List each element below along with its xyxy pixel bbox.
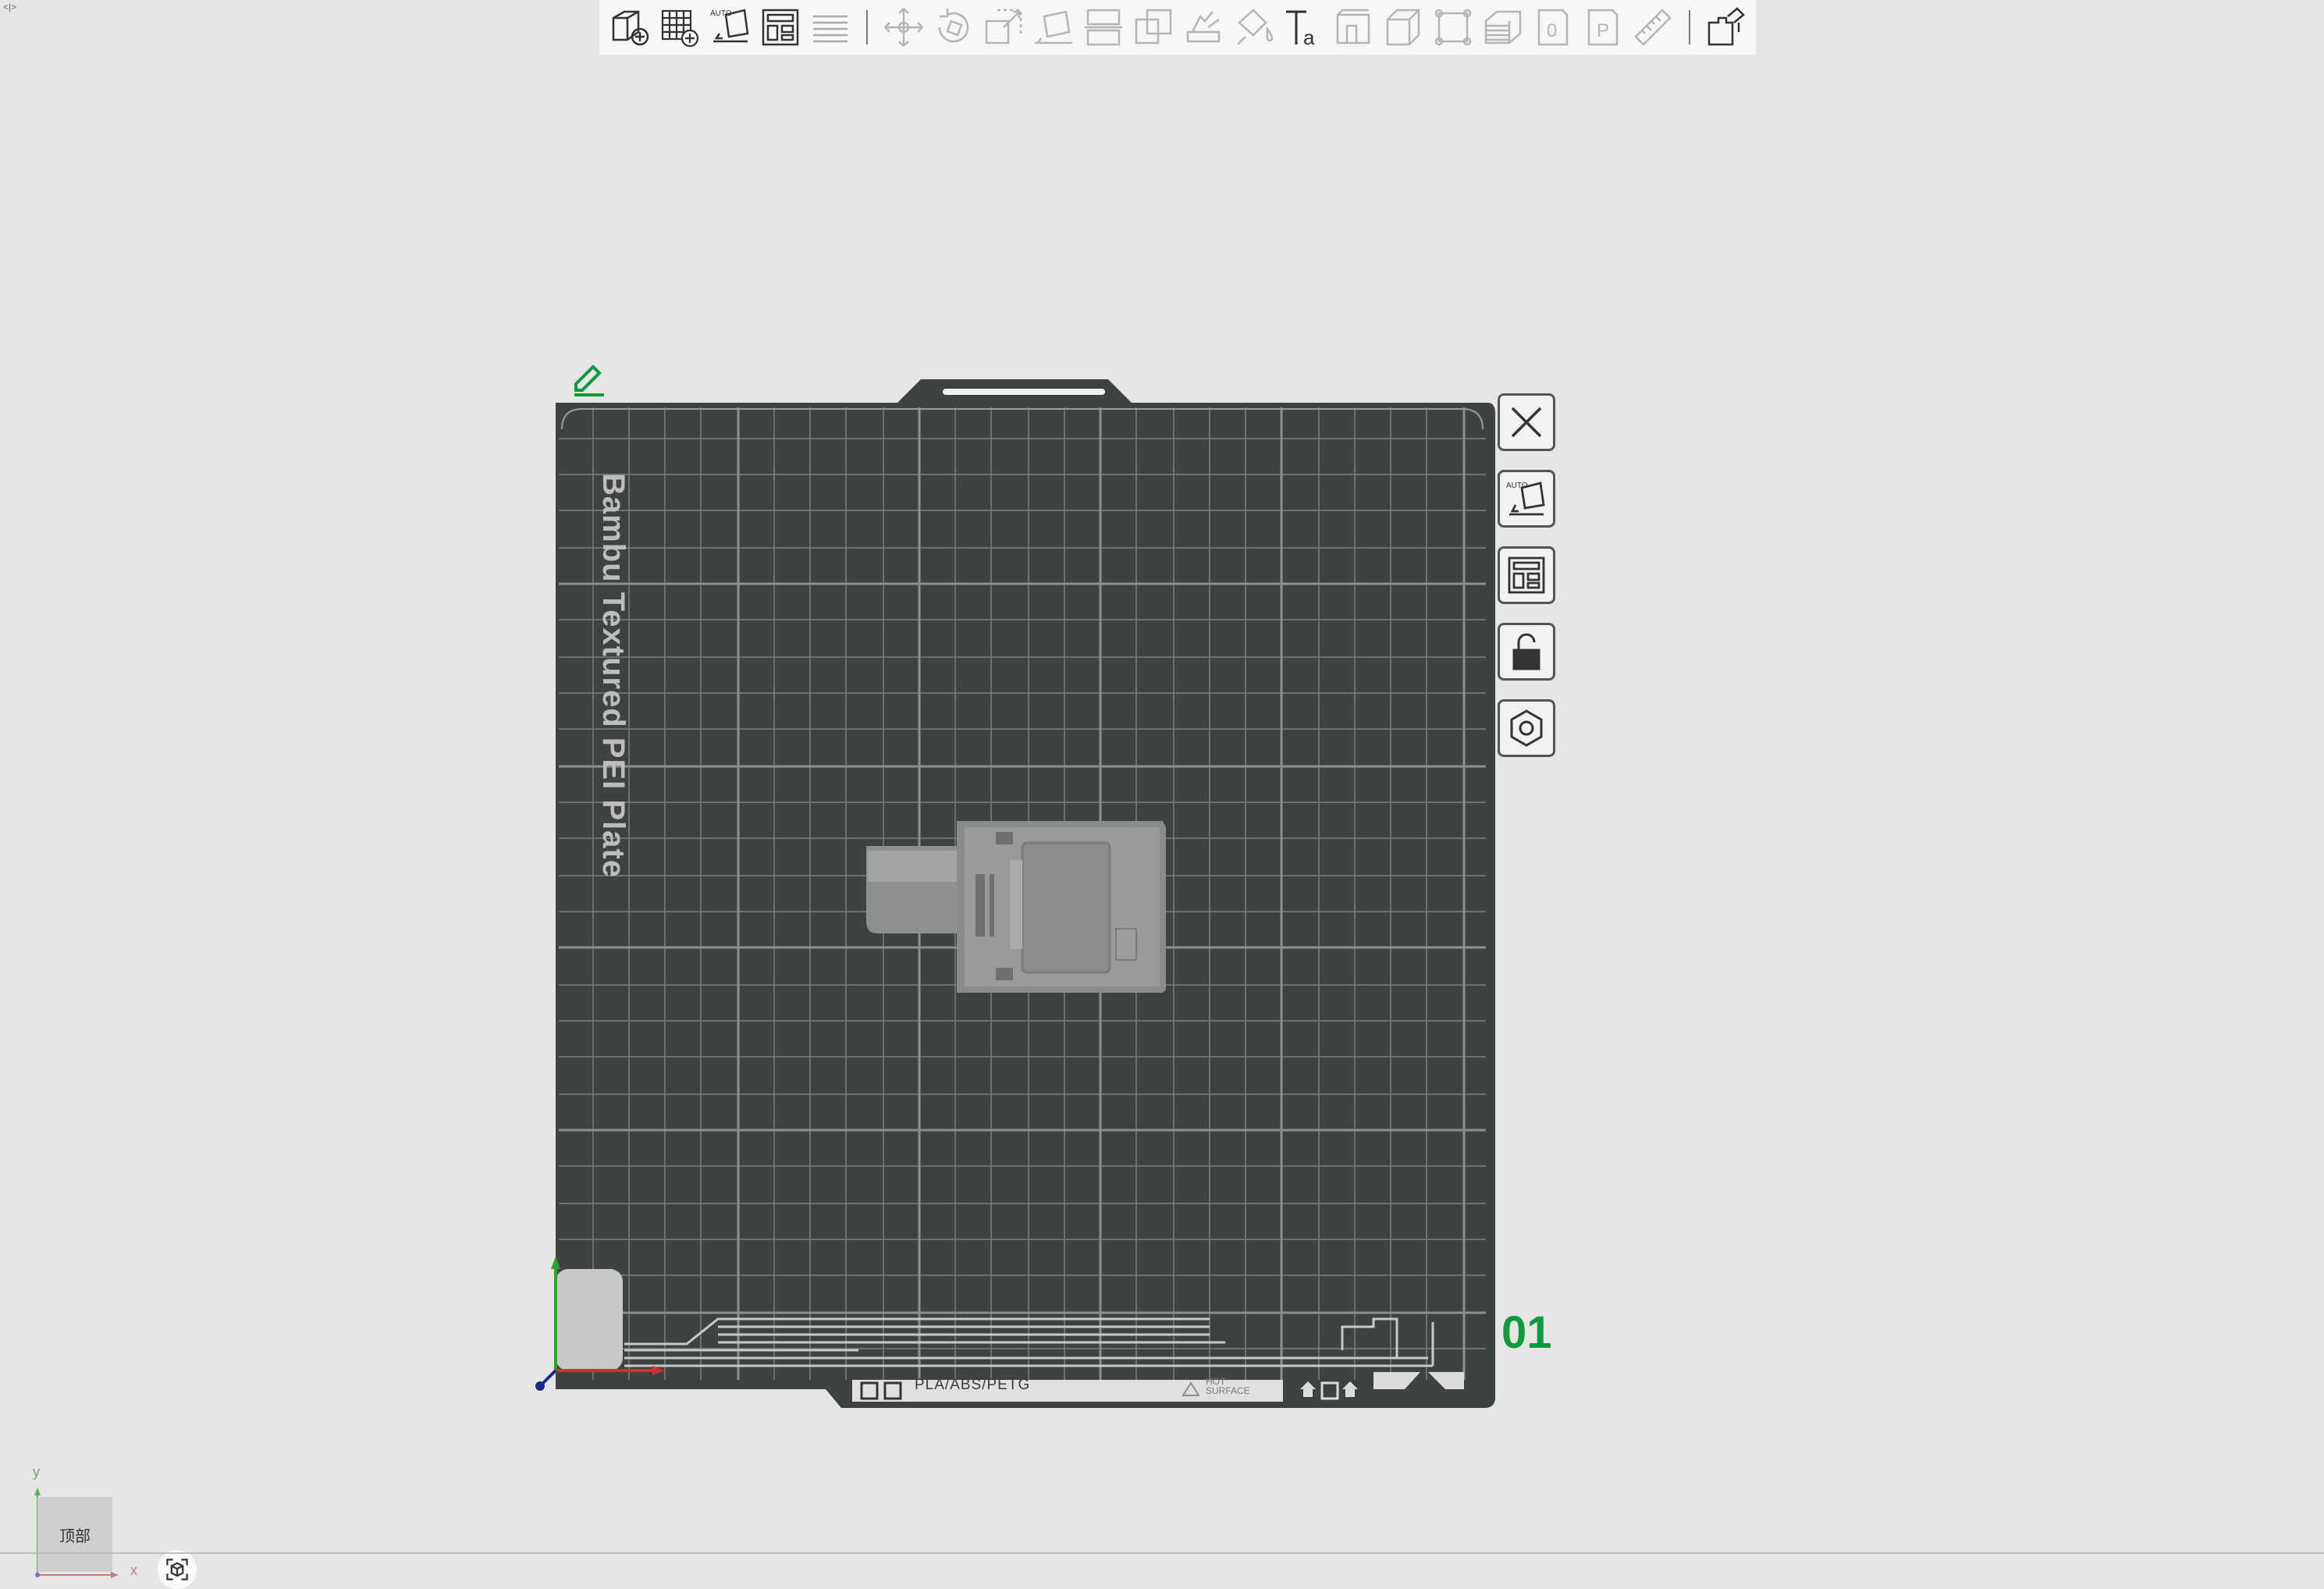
lay-on-face-button[interactable] [1029,2,1078,52]
box-button[interactable] [1378,2,1428,52]
arrange-icon [762,9,799,46]
reset-view-button[interactable] [158,1550,197,1589]
toolbar-separator-2 [1689,10,1690,44]
scale-icon [985,9,1022,44]
boolean-button[interactable] [1128,2,1178,52]
color-paint-icon [1237,9,1274,45]
ruler-button[interactable] [1628,2,1678,52]
split-layers-icon [813,15,848,43]
assembly-button[interactable] [1701,2,1751,52]
3d-viewport[interactable]: Bambu Textured PEI Plate 01 PLA/ABS/PETG… [0,55,2324,1589]
hot-label-line2: SURFACE [1206,1385,1250,1396]
emboss-icon [1336,9,1370,44]
text-icon: a [1286,10,1315,49]
view-cube-top[interactable]: 顶部 [37,1497,112,1572]
pencil-icon [574,364,604,396]
close-icon [1511,407,1542,438]
plate-0-button[interactable]: 0 [1528,2,1578,52]
plate-type-label: Bambu Textured PEI Plate [596,473,631,878]
window-corner-mark: <|> [3,2,17,12]
split-layers-button[interactable] [805,2,855,52]
plate-number: 01 [1501,1307,1552,1358]
edit-plate-name-button[interactable] [570,357,609,396]
lock-plate-button[interactable] [1498,623,1555,681]
text-button[interactable]: a [1278,2,1328,52]
unlock-icon [1512,633,1540,670]
camera-reset-icon [166,1559,188,1580]
arrange-plate-button[interactable] [1498,546,1555,604]
layers-icon [1484,10,1522,44]
svg-text:P: P [1597,20,1609,41]
auto-orient-icon: AUTO [1506,482,1545,516]
rotate-icon [938,9,969,43]
delete-plate-button[interactable] [1498,393,1555,451]
view-x-axis-label: x [130,1562,137,1578]
plate-0-icon: 0 [1537,9,1569,46]
build-plate[interactable] [515,351,1545,1420]
svg-text:a: a [1303,26,1315,49]
move-button[interactable] [879,2,929,52]
status-divider [0,1552,2324,1554]
box-icon [1386,9,1420,46]
view-y-axis-label: y [33,1464,40,1480]
support-paint-icon [1186,11,1221,43]
add-plate-icon [661,9,699,48]
top-toolbar: AUTO a 0 P [599,0,1756,55]
assembly-icon [1707,7,1745,46]
rotate-button[interactable] [929,2,979,52]
cut-icon [1085,9,1122,46]
support-paint-button[interactable] [1178,2,1228,52]
svg-text:AUTO: AUTO [1506,482,1528,490]
auto-orient-plate-button[interactable]: AUTO [1498,470,1555,528]
emboss-button[interactable] [1328,2,1378,52]
hot-surface-label: HOT SURFACE [1206,1377,1276,1395]
arrange-button[interactable] [755,2,805,52]
measure-frame-icon [1434,9,1472,46]
plate-p-button[interactable]: P [1578,2,1628,52]
auto-orient-button[interactable]: AUTO [705,2,755,52]
arrange-icon [1508,556,1545,594]
move-icon [884,8,923,47]
measure-frame-button[interactable] [1428,2,1478,52]
boolean-icon [1135,9,1172,44]
lay-on-face-icon [1035,10,1072,44]
add-object-button[interactable] [606,2,656,52]
add-plate-button[interactable] [656,2,705,52]
scale-button[interactable] [979,2,1029,52]
plate-p-icon: P [1587,9,1619,46]
plate-filament-label: PLA/ABS/PETG [915,1377,1031,1393]
add-object-icon [612,10,649,46]
ruler-icon [1634,9,1672,46]
layers-button[interactable] [1478,2,1528,52]
svg-text:0: 0 [1547,20,1557,41]
toolbar-separator [866,10,868,44]
cut-button[interactable] [1078,2,1128,52]
color-paint-button[interactable] [1228,2,1278,52]
plate-settings-button[interactable] [1498,699,1555,757]
auto-orient-icon: AUTO [710,9,749,43]
hexagon-settings-icon [1510,709,1543,747]
